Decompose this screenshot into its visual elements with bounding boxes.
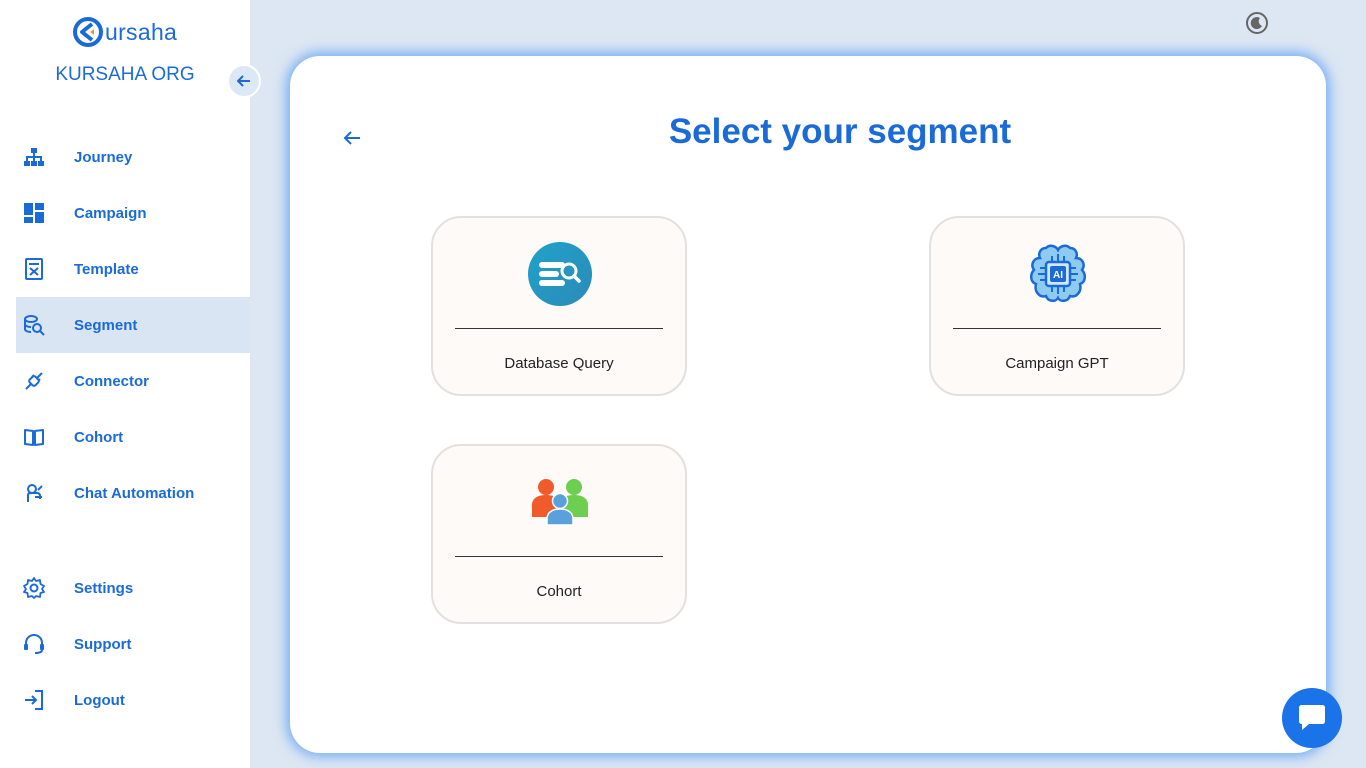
plug-icon	[23, 370, 45, 392]
card-campaign-gpt[interactable]: AI Campaign GPT	[929, 216, 1185, 396]
card-divider	[953, 328, 1161, 329]
people-group-icon	[526, 468, 594, 536]
sidebar-item-label: Logout	[74, 691, 125, 709]
card-label: Database Query	[504, 355, 614, 372]
book-icon	[23, 426, 45, 448]
sidebar-item-label: Segment	[74, 316, 138, 334]
dashboard-grid-icon	[23, 202, 45, 224]
sidebar: ursaha KURSAHA ORG Journey Campaign Temp…	[0, 0, 250, 768]
ai-chip-icon: AI	[1024, 240, 1092, 308]
sidebar-item-label: Chat Automation	[74, 484, 195, 502]
svg-text:AI: AI	[1053, 270, 1063, 281]
logo[interactable]: ursaha	[72, 14, 177, 50]
sitemap-icon	[23, 146, 45, 168]
arrow-left-icon	[237, 75, 250, 87]
sidebar-item-journey[interactable]: Journey	[16, 129, 250, 185]
database-search-icon	[23, 314, 45, 336]
card-divider	[455, 328, 663, 329]
sidebar-item-support[interactable]: Support	[16, 616, 250, 672]
sidebar-item-label: Cohort	[74, 428, 124, 446]
sidebar-item-label: Template	[74, 260, 139, 278]
headset-icon	[23, 633, 45, 655]
sidebar-item-logout[interactable]: Logout	[16, 672, 250, 728]
page-title: Select your segment	[668, 112, 1012, 151]
card-database-query[interactable]: Database Query	[431, 216, 687, 396]
card-cohort[interactable]: Cohort	[431, 444, 687, 624]
logo-text: ursaha	[105, 18, 178, 45]
sidebar-item-connector[interactable]: Connector	[16, 353, 250, 409]
database-query-icon	[526, 240, 594, 308]
logout-icon	[23, 689, 45, 711]
sidebar-item-campaign[interactable]: Campaign	[16, 185, 250, 241]
chat-bubble-icon	[1299, 705, 1325, 730]
sidebar-item-label: Campaign	[74, 204, 147, 222]
main-panel: Select your segment Database Query AI Ca…	[290, 56, 1326, 753]
template-icon	[23, 258, 45, 280]
sidebar-item-settings[interactable]: Settings	[16, 560, 250, 616]
logo-icon	[73, 17, 103, 47]
sidebar-item-template[interactable]: Template	[16, 241, 250, 297]
collapse-sidebar-button[interactable]	[227, 64, 261, 98]
moon-icon	[1246, 12, 1268, 34]
sidebar-item-label: Settings	[74, 579, 134, 597]
org-name: KURSAHA ORG	[55, 64, 195, 85]
gear-icon	[23, 577, 45, 599]
sidebar-item-cohort[interactable]: Cohort	[16, 409, 250, 465]
card-divider	[455, 556, 663, 557]
chat-support-button[interactable]	[1282, 688, 1342, 748]
sidebar-item-label: Connector	[74, 372, 149, 390]
theme-toggle-button[interactable]	[1245, 11, 1269, 35]
card-label: Cohort	[536, 583, 582, 600]
sidebar-item-label: Support	[74, 635, 132, 653]
card-label: Campaign GPT	[1005, 355, 1109, 372]
sidebar-item-segment[interactable]: Segment	[16, 297, 250, 353]
sidebar-item-label: Journey	[74, 148, 133, 166]
robot-hand-icon	[23, 482, 45, 504]
sidebar-item-chat-automation[interactable]: Chat Automation	[16, 465, 250, 521]
